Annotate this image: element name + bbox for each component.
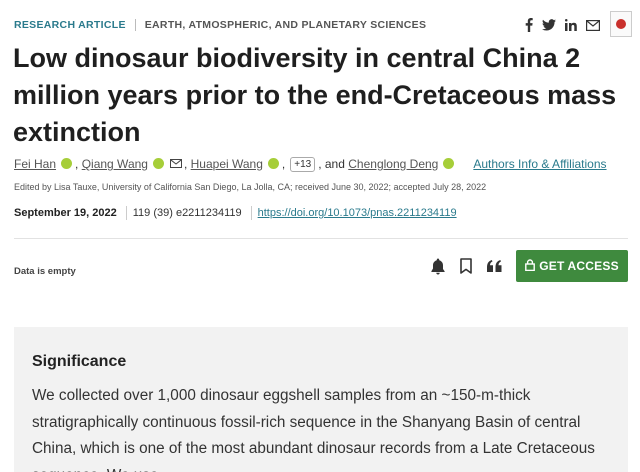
bookmark-icon[interactable] [456,256,476,276]
and-text: , and [318,157,345,171]
share-bar [525,17,600,33]
bell-icon[interactable] [428,256,448,276]
pub-divider [125,206,127,220]
journal-logo-icon[interactable] [610,11,632,37]
section-divider [14,238,628,239]
article-title: Low dinosaur biodiversity in central Chi… [13,43,617,147]
linkedin-icon[interactable] [565,17,577,33]
issue-info: 119 (39) e2211234119 [132,207,242,219]
significance-heading: Significance [32,353,127,370]
significance-section: Significance We collected over 1,000 din… [14,327,628,472]
get-access-button[interactable]: GET ACCESS [516,250,628,282]
meta-divider [134,19,136,31]
publication-info: September 19, 2022 119 (39) e2211234119 … [14,205,457,221]
author-link[interactable]: Chenglong Deng [348,157,438,171]
data-status: Data is empty [14,266,76,277]
doi-link[interactable]: https://doi.org/10.1073/pnas.2211234119 [258,207,457,219]
facebook-icon[interactable] [525,17,533,33]
publication-date: September 19, 2022 [14,207,117,219]
author-link[interactable]: Huapei Wang [191,157,263,171]
author-link[interactable]: Fei Han [14,157,56,171]
cite-icon[interactable] [484,256,504,276]
significance-text: We collected over 1,000 dinosaur eggshel… [32,387,595,472]
pub-divider [250,206,252,220]
author-list: Fei Han , Qiang Wang , Huapei Wang , +13… [14,156,607,172]
article-meta-bar: RESEARCH ARTICLE EARTH, ATMOSPHERIC, AND… [14,11,632,37]
article-type-label[interactable]: RESEARCH ARTICLE [14,19,126,31]
more-authors-button[interactable]: +13 [290,156,316,172]
email-icon[interactable] [586,17,600,33]
affiliations-link[interactable]: Authors Info & Affiliations [473,157,606,171]
subject-label[interactable]: EARTH, ATMOSPHERIC, AND PLANETARY SCIENC… [145,19,427,31]
get-access-label: GET ACCESS [539,259,619,273]
orcid-icon[interactable] [152,157,164,169]
author-link[interactable]: Qiang Wang [82,157,148,171]
orcid-icon[interactable] [61,157,73,169]
orcid-icon[interactable] [443,157,455,169]
edited-by-line: Edited by Lisa Tauxe, University of Cali… [14,182,487,192]
article-actions: GET ACCESS [420,250,628,282]
twitter-icon[interactable] [542,17,556,33]
orcid-icon[interactable] [267,157,279,169]
lock-icon [525,258,536,274]
mail-icon[interactable] [169,157,182,171]
